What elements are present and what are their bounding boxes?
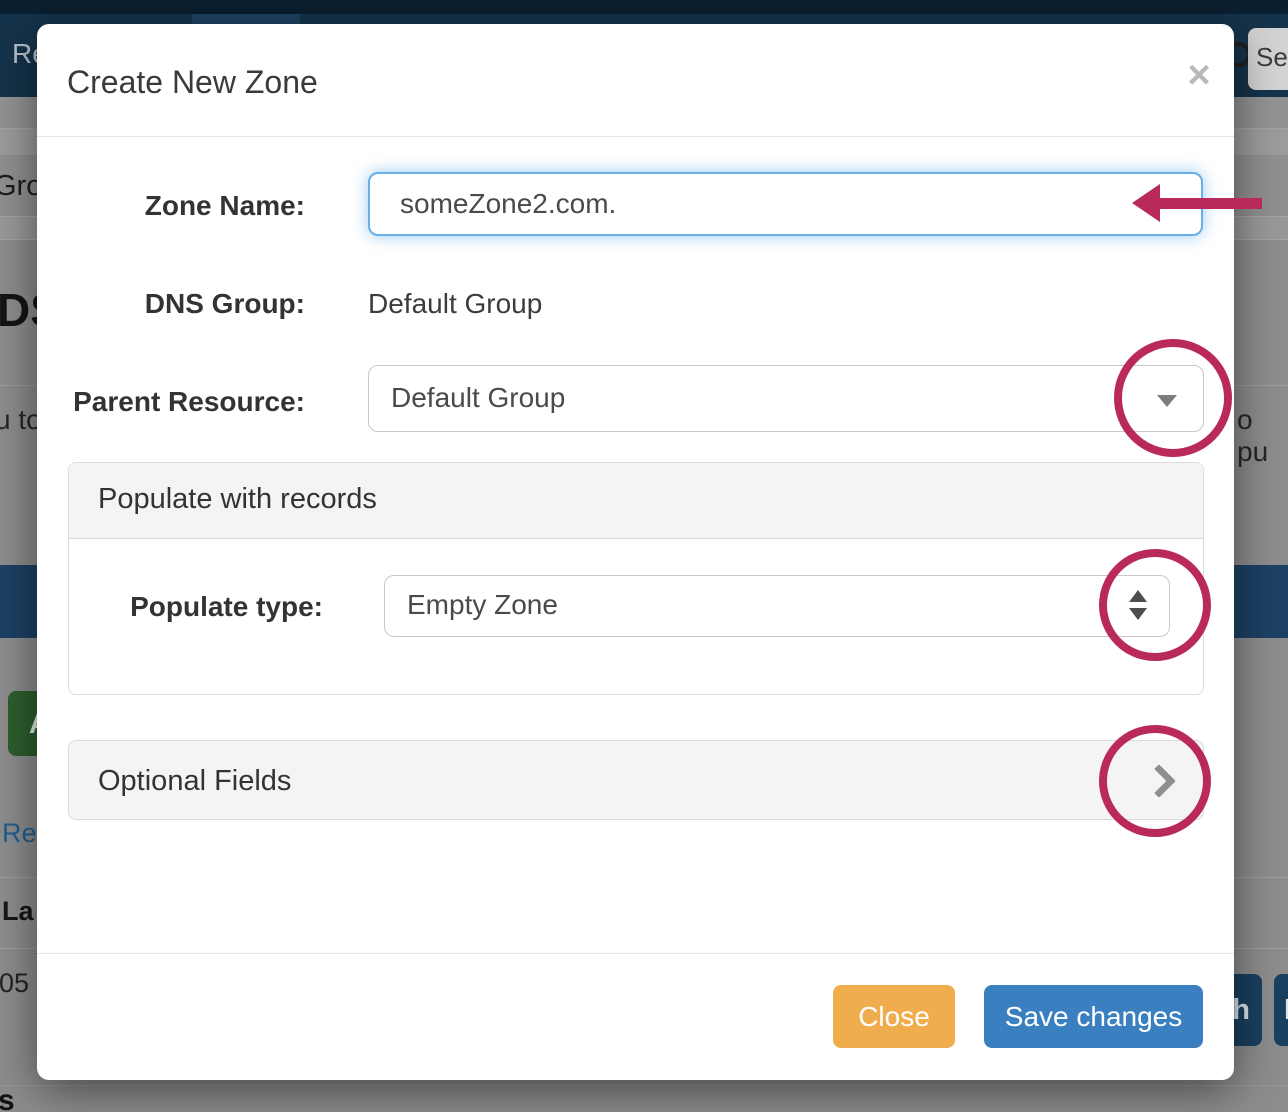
page-tab-fragment: Gro [0,170,42,203]
table-cell-fragment: 05 [0,968,29,999]
description-text-right-fragment: o pu [1237,404,1288,468]
section-title-fragment: s [0,1084,15,1112]
zone-name-input[interactable] [368,172,1203,236]
optional-fields-title: Optional Fields [98,765,291,798]
parent-resource-label: Parent Resource: [37,386,305,418]
modal-footer-divider [37,953,1234,954]
zone-name-label: Zone Name: [37,190,305,222]
annotation-arrow-icon [1132,184,1160,222]
annotation-circle-populate-type [1099,549,1211,661]
populate-with-records-panel: Populate with records Populate type: Emp… [68,462,1204,695]
annotation-circle-parent-resource [1114,339,1232,457]
dns-group-label: DNS Group: [37,288,305,320]
parent-resource-selected-value: Default Group [391,382,565,414]
parent-resource-select[interactable]: Default Group [368,365,1204,432]
close-button[interactable]: Close [833,985,955,1048]
search-placeholder-fragment: Sea [1256,42,1288,73]
populate-type-label: Populate type: [69,591,323,623]
save-changes-button[interactable]: Save changes [984,985,1203,1048]
modal-header-divider [37,136,1234,137]
description-text-left-fragment: u to [0,404,42,436]
populate-type-select[interactable]: Empty Zone [384,575,1170,637]
dns-group-value: Default Group [368,288,542,320]
optional-fields-panel[interactable]: Optional Fields [68,740,1204,820]
populate-panel-title: Populate with records [98,483,377,516]
close-icon[interactable]: × [1177,54,1221,98]
row-action-button2-fragment: D [1274,974,1288,1046]
refresh-link-fragment: Re [2,818,37,849]
os-top-bar [0,0,1288,14]
divider [0,1085,1288,1086]
row-action-button2-label: D [1284,994,1288,1026]
populate-panel-header[interactable]: Populate with records [69,463,1203,539]
annotation-arrow-shaft [1158,198,1262,209]
modal-title: Create New Zone [67,64,318,101]
annotation-circle-optional-fields [1099,725,1211,837]
create-new-zone-modal: Create New Zone × Zone Name: DNS Group: … [37,24,1234,1080]
populate-type-selected-value: Empty Zone [407,589,558,621]
table-column-header-fragment: La [2,896,34,927]
screenshot-root: Re Sea Gro DS u to o pu A Re La 05 sh D … [0,0,1288,1112]
